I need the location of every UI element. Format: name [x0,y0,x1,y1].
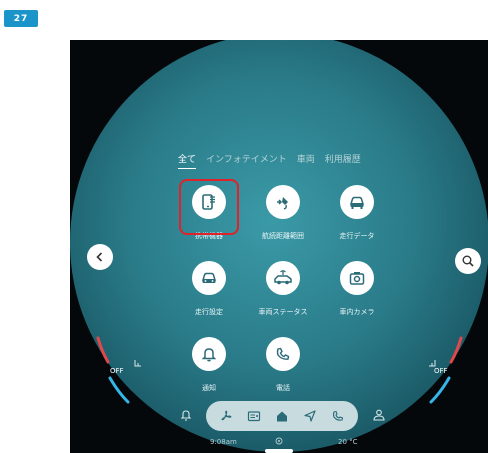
bottom-handle[interactable] [265,449,293,453]
notification-bell-icon[interactable] [180,408,192,422]
phone-icon[interactable] [330,408,346,424]
left-climate-off-label[interactable]: OFF [110,367,124,375]
navigation-icon[interactable] [302,408,318,424]
media-icon[interactable] [246,408,262,424]
infotainment-screen: 全て インフォテイメント 車両 利用履歴 携帯機器 航続距離範囲 走行データ 走… [70,40,488,453]
seat-heater-left-icon[interactable] [133,359,142,368]
clock-time: 9:08am [210,438,237,446]
seat-heater-right-icon[interactable] [428,359,437,368]
temperature-readout: 20 °C [338,438,358,446]
bottom-dock [206,401,358,431]
fan-icon[interactable] [218,408,234,424]
connectivity-icon [275,437,283,445]
page-number-badge: 27 [4,10,38,27]
home-icon[interactable] [274,408,290,424]
user-profile-icon[interactable] [372,408,386,422]
right-climate-off-label[interactable]: OFF [434,367,448,375]
climate-arcs [96,336,463,404]
